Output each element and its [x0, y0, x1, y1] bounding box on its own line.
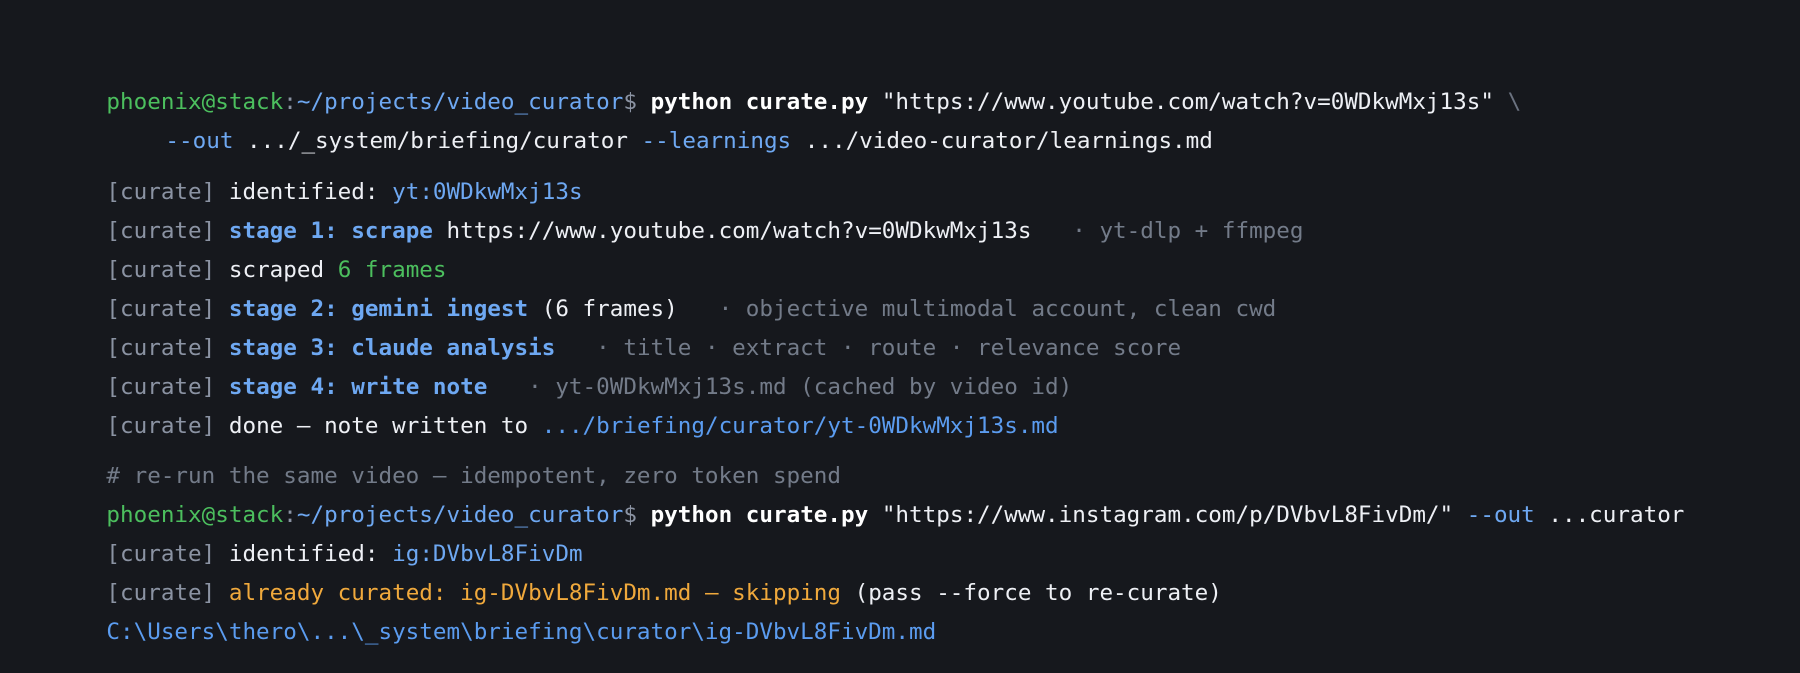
command-name: python curate.py [650, 502, 869, 528]
prompt-dollar: $ [623, 89, 637, 115]
stage-2-detail: (6 frames) [541, 296, 678, 322]
stage-2-note: · objective multimodal account, clean cw… [718, 296, 1277, 322]
identified-label: identified: [228, 179, 379, 205]
identified-id: ig:DVbvL8FivDm [392, 541, 583, 567]
output-path-link[interactable]: C:\Users\thero\...\_system\briefing\cura… [106, 619, 936, 645]
prompt-user: phoenix@stack [106, 89, 284, 115]
log-tag: [curate] [106, 580, 216, 606]
out-flag: --out [1466, 502, 1535, 528]
prompt-colon: : [283, 502, 297, 528]
command-url-arg: "https://www.youtube.com/watch?v=0WDkwMx… [881, 89, 1494, 115]
log-tag: [curate] [106, 296, 216, 322]
command-line-1: phoenix@stack:~/projects/video_curator$ … [52, 44, 1800, 115]
comment-text: # re-run the same video — idempotent, ze… [106, 463, 841, 489]
log-tag: [curate] [106, 374, 216, 400]
learnings-value: .../video-curator/learnings.md [804, 128, 1213, 154]
stage-2-label: stage 2: gemini ingest [228, 296, 529, 322]
stage-3-label: stage 3: claude analysis [228, 335, 556, 361]
skip-hint: (pass --force to re-curate) [854, 580, 1222, 606]
log-tag: [curate] [106, 541, 216, 567]
learnings-flag: --learnings [641, 128, 792, 154]
stage-1-label: stage 1: scrape [228, 218, 433, 244]
log-tag: [curate] [106, 335, 216, 361]
prompt-colon: : [283, 89, 297, 115]
prompt-path: ~/projects/video_curator [296, 502, 624, 528]
identified-label: identified: [228, 541, 379, 567]
stage-4-note: · yt-0WDkwMxj13s.md (cached by video id) [528, 374, 1073, 400]
stage-3-note: · title · extract · route · relevance sc… [596, 335, 1182, 361]
stage-1-note: · yt-dlp + ffmpeg [1072, 218, 1304, 244]
log-tag: [curate] [106, 179, 216, 205]
stage-4-label: stage 4: write note [228, 374, 488, 400]
command-name: python curate.py [650, 89, 869, 115]
command-url-arg: "https://www.instagram.com/p/DVbvL8FivDm… [881, 502, 1454, 528]
log-tag: [curate] [106, 218, 216, 244]
scraped-count: 6 frames [337, 257, 447, 283]
skip-message: already curated: ig-DVbvL8FivDm.md — ski… [228, 580, 841, 606]
prompt-path: ~/projects/video_curator [296, 89, 624, 115]
out-flag: --out [165, 128, 234, 154]
log-tag: [curate] [106, 413, 216, 439]
out-value: ...curator [1548, 502, 1685, 528]
done-path-link[interactable]: .../briefing/curator/yt-0WDkwMxj13s.md [542, 413, 1059, 439]
prompt-user: phoenix@stack [106, 502, 284, 528]
scraped-label: scraped [228, 257, 325, 283]
prompt-dollar: $ [623, 502, 637, 528]
stage-1-url: https://www.youtube.com/watch?v=0WDkwMxj… [446, 218, 1032, 244]
out-value: .../_system/briefing/curator [247, 128, 628, 154]
identified-id: yt:0WDkwMxj13s [392, 179, 583, 205]
done-label: done — note written to [228, 413, 529, 439]
line-continuation: \ [1507, 89, 1522, 115]
terminal-window[interactable]: phoenix@stack:~/projects/video_curator$ … [0, 0, 1800, 673]
log-tag: [curate] [106, 257, 216, 283]
